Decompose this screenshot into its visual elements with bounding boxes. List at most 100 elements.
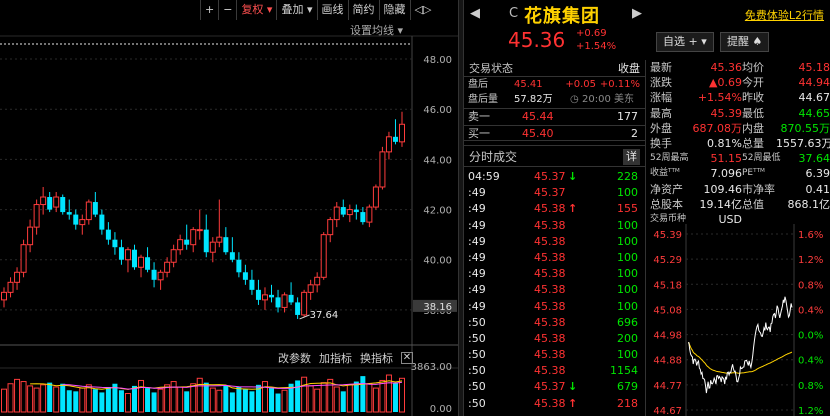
volume-bar bbox=[366, 383, 373, 413]
quote-value: 109.46 bbox=[703, 182, 743, 196]
candle bbox=[99, 214, 105, 230]
candle bbox=[216, 236, 223, 243]
volume-bar bbox=[301, 376, 308, 413]
volume-bar bbox=[73, 391, 79, 412]
change-pct: +1.54% bbox=[576, 41, 617, 52]
stock-header: ◀ C 花旗集团 ▶ 免费体验L2行情 45.36 +0.69 +1.54% 自选… bbox=[464, 0, 830, 56]
change-indicator-button[interactable]: 换指标 bbox=[360, 350, 393, 366]
candle bbox=[138, 256, 145, 268]
tick-row: :49 45.38 100 bbox=[464, 266, 645, 282]
tick-price: 45.38 bbox=[534, 234, 566, 248]
tick-price: 45.37 bbox=[534, 380, 566, 394]
free-l2-link[interactable]: 免费体验L2行情 bbox=[745, 7, 824, 23]
zoom-out-button[interactable]: − bbox=[218, 0, 236, 20]
candle bbox=[399, 123, 405, 143]
tick-price: 45.38 bbox=[534, 202, 566, 216]
intraday-chart[interactable]: 45.39 1.6% 45.29 1.2% 45.18 0.8% 45.08 0.4% 44.9… bbox=[650, 224, 830, 416]
candle bbox=[360, 212, 366, 223]
tick-volume: 100 bbox=[617, 348, 638, 362]
tick-price: 45.38 bbox=[534, 250, 566, 264]
candle bbox=[145, 257, 151, 270]
tick-row: :50 45.37 ↓ 679 bbox=[464, 379, 645, 395]
price-tick: 45.39 bbox=[653, 230, 682, 241]
candle bbox=[131, 249, 137, 268]
tick-arrow: ↑ bbox=[568, 202, 578, 216]
quote-row: 总股本 19.14亿 总值 868.1亿 bbox=[650, 197, 830, 212]
panel-toggle-icon[interactable]: ◁▷ bbox=[409, 0, 436, 20]
volume-bar bbox=[236, 386, 242, 412]
detail-button[interactable]: 详 bbox=[623, 149, 640, 165]
quote-label: 今开 bbox=[742, 76, 764, 90]
tick-time: 04:59 bbox=[468, 170, 500, 183]
candle bbox=[33, 204, 40, 228]
volume-bar bbox=[209, 387, 216, 413]
price-change: +0.69 +1.54% bbox=[576, 27, 616, 53]
candle bbox=[385, 136, 392, 153]
quote-value: 19.14亿 bbox=[699, 197, 743, 211]
quote-label: 涨跌 bbox=[650, 76, 672, 90]
pct-tick: 1.2% bbox=[798, 406, 823, 416]
tick-arrow bbox=[568, 234, 580, 250]
after-hours-price: 45.41 bbox=[514, 79, 543, 90]
draw-line-button[interactable]: 画线 bbox=[316, 0, 348, 20]
volume-bar bbox=[66, 390, 72, 412]
prev-stock-icon[interactable]: ◀ bbox=[470, 6, 480, 21]
quote-label: 52周最低 bbox=[742, 153, 781, 164]
close-icon[interactable]: ✕ bbox=[401, 352, 413, 364]
candle bbox=[275, 297, 281, 308]
alert-button[interactable]: 提醒 ♠ bbox=[720, 32, 770, 52]
volume-bar bbox=[92, 389, 98, 412]
tick-price: 45.38 bbox=[534, 396, 566, 410]
next-stock-icon[interactable]: ▶ bbox=[632, 6, 642, 21]
chart-toolbar: + − 复权 ▾ 叠加 ▾ 画线 简约 隐藏 ◁▷ bbox=[200, 0, 435, 20]
candle bbox=[92, 202, 98, 215]
volume-bar bbox=[157, 388, 164, 413]
last-price: 45.36 bbox=[508, 28, 566, 52]
candle bbox=[236, 259, 242, 273]
tick-list[interactable]: 04:59 45.37 ↓ 228:49 45.37 100:49 45.38 ↑ 155:49… bbox=[464, 167, 645, 412]
volume-bar bbox=[353, 381, 359, 412]
tick-price: 45.38 bbox=[534, 283, 566, 297]
simple-mode-button[interactable]: 简约 bbox=[347, 0, 379, 20]
candle bbox=[295, 302, 301, 315]
quote-value: 687.08万 bbox=[692, 121, 743, 135]
tick-title: 分时成交 bbox=[469, 150, 518, 164]
tick-price: 45.38 bbox=[534, 364, 566, 378]
volume-bar bbox=[399, 377, 405, 413]
pct-tick: 1.6% bbox=[798, 230, 823, 241]
volume-bar bbox=[320, 382, 327, 413]
price-tick: 44.88 bbox=[653, 356, 682, 367]
adjust-button[interactable]: 复权 ▾ bbox=[236, 0, 276, 20]
volume-bar bbox=[203, 382, 209, 412]
quote-label: 换手 bbox=[650, 136, 672, 150]
price-marker: 38.16 bbox=[423, 302, 452, 313]
quote-label: 均价 bbox=[742, 61, 764, 74]
hide-button[interactable]: 隐藏 bbox=[378, 0, 410, 20]
volume-bar bbox=[269, 388, 275, 412]
candle bbox=[73, 214, 79, 225]
quote-label: 市净率 bbox=[742, 182, 775, 196]
candle bbox=[261, 294, 268, 301]
zoom-in-button[interactable]: + bbox=[200, 0, 218, 20]
edit-params-button[interactable]: 改参数 bbox=[278, 350, 311, 366]
add-watchlist-button[interactable]: 自选 + ▾ bbox=[656, 32, 714, 52]
overlay-button[interactable]: 叠加 ▾ bbox=[276, 0, 316, 20]
tick-volume: 679 bbox=[617, 380, 638, 394]
tick-time: :50 bbox=[468, 348, 486, 362]
quote-label: 总值 bbox=[742, 197, 764, 211]
quote-label: 最新 bbox=[650, 61, 672, 74]
after-hours-volume-label: 盘后量 bbox=[468, 94, 498, 105]
candle bbox=[118, 247, 124, 260]
quote-row: 涨幅 +1.54% 昨收 44.67 bbox=[650, 90, 830, 105]
tick-arrow bbox=[568, 299, 580, 315]
add-indicator-button[interactable]: 加指标 bbox=[319, 350, 352, 366]
price-tick: 44.77 bbox=[653, 381, 682, 392]
sell-1-qty: 177 bbox=[617, 110, 638, 123]
volume-bar bbox=[118, 390, 124, 412]
quote-label: 最高 bbox=[650, 106, 672, 120]
set-moving-average-button[interactable]: 设置均线 ▾ bbox=[350, 22, 403, 38]
quote-label: PEᵀᵀᴹ bbox=[742, 168, 765, 179]
volume-tick-top: 3863.00 bbox=[411, 362, 452, 373]
tick-volume: 100 bbox=[617, 299, 638, 313]
tick-row: :49 45.38 100 bbox=[464, 234, 645, 250]
